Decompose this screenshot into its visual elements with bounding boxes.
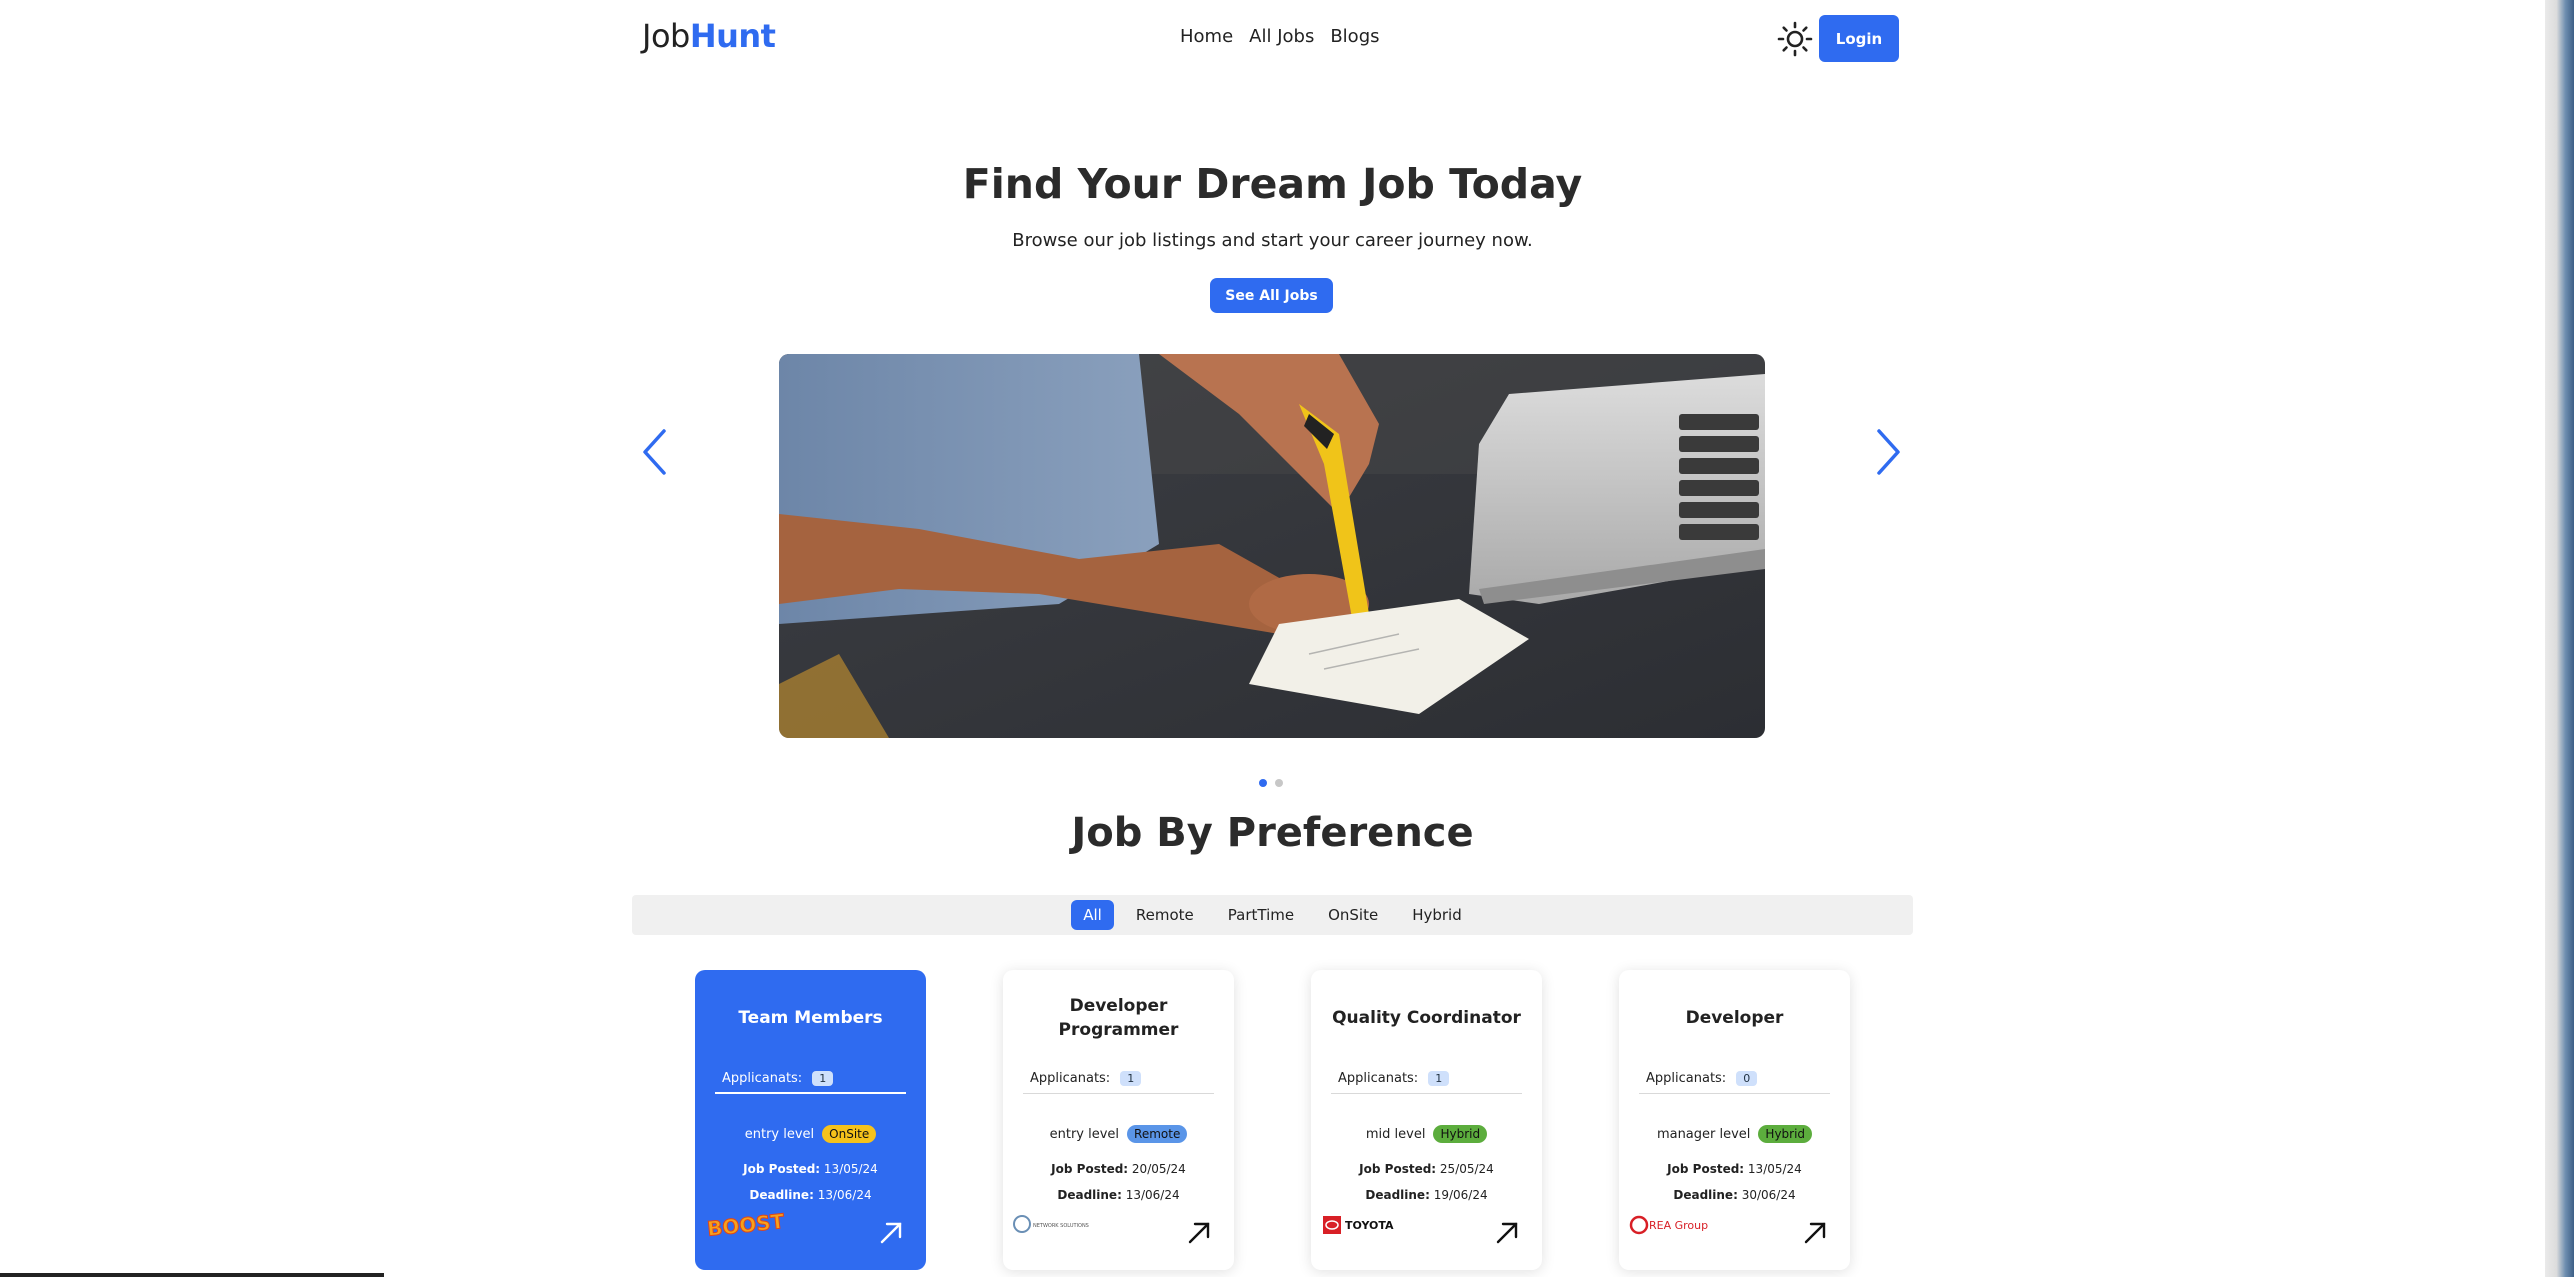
job-level: entry level	[744, 1126, 815, 1142]
job-title: Developer Programmer	[1058, 996, 1179, 1040]
job-type-badge: Hybrid	[1758, 1125, 1813, 1143]
deadline-date: Deadline: 19/06/24	[1365, 1188, 1488, 1202]
company-logo: BOOST	[705, 1210, 795, 1240]
carousel-dot-1[interactable]	[1259, 779, 1267, 787]
deadline-date: Deadline: 30/06/24	[1673, 1188, 1796, 1202]
arrow-up-right-icon[interactable]	[878, 1220, 904, 1246]
company-logo-text: TOYOTA	[1345, 1219, 1394, 1232]
applicants-count: 1	[1120, 1071, 1142, 1086]
applicants-label: Applicanats:	[722, 1070, 803, 1086]
arrow-up-right-icon[interactable]	[1186, 1220, 1212, 1246]
page-scrollbar[interactable]	[2545, 0, 2574, 1277]
nav-all-jobs-link[interactable]: All Jobs	[1249, 26, 1314, 47]
job-type-badge: OnSite	[822, 1125, 877, 1143]
job-type-badge: Remote	[1127, 1125, 1188, 1143]
filter-tabs: All Remote PartTime OnSite Hybrid	[632, 895, 1913, 935]
applicants-row: Applicanats: 1	[1023, 1064, 1214, 1094]
job-title: Team Members	[738, 1008, 883, 1028]
login-button[interactable]: Login	[1819, 15, 1899, 62]
posted-date: Job Posted: 13/05/24	[1667, 1162, 1802, 1176]
chevron-right-icon[interactable]	[1873, 428, 1903, 476]
filter-remote-tab[interactable]: Remote	[1124, 900, 1206, 930]
applicants-label: Applicanats:	[1338, 1071, 1419, 1086]
level-row: entry level OnSite	[695, 1125, 926, 1143]
posted-date: Job Posted: 13/05/24	[743, 1162, 878, 1176]
job-level: entry level	[1049, 1126, 1120, 1142]
job-card[interactable]: Quality Coordinator Applicanats: 1 mid l…	[1311, 970, 1542, 1270]
deadline-date: Deadline: 13/06/24	[1057, 1188, 1180, 1202]
company-logo: TOYOTA	[1321, 1210, 1411, 1240]
job-type-badge: Hybrid	[1433, 1125, 1488, 1143]
filter-all-tab[interactable]: All	[1071, 900, 1114, 930]
company-logo-text: NETWORK SOLUTIONS	[1033, 1223, 1089, 1229]
bottom-divider	[0, 1273, 384, 1277]
job-level: mid level	[1365, 1126, 1426, 1142]
applicants-count: 0	[1736, 1071, 1758, 1086]
hero-subtitle: Browse our job listings and start your c…	[1012, 230, 1533, 251]
applicants-label: Applicanats:	[1030, 1071, 1111, 1086]
job-title: Developer	[1685, 1008, 1784, 1028]
level-row: entry level Remote	[1003, 1125, 1234, 1143]
job-card[interactable]: Developer Programmer Applicanats: 1 entr…	[1003, 970, 1234, 1270]
site-header: JobHunt Home All Jobs Blogs Login	[0, 0, 2545, 75]
brand-part2: Hunt	[689, 17, 776, 55]
job-level: manager level	[1656, 1126, 1751, 1142]
applicants-row: Applicanats: 0	[1639, 1064, 1830, 1094]
nav-blogs-link[interactable]: Blogs	[1330, 26, 1379, 47]
arrow-up-right-icon[interactable]	[1494, 1220, 1520, 1246]
applicants-count: 1	[1428, 1071, 1450, 1086]
see-all-jobs-button[interactable]: See All Jobs	[1210, 278, 1333, 313]
company-logo: REA Group	[1629, 1210, 1719, 1240]
filter-parttime-tab[interactable]: PartTime	[1216, 900, 1306, 930]
applicants-count: 1	[812, 1070, 834, 1086]
main-nav: Home All Jobs Blogs	[1180, 26, 1380, 47]
applicants-row: Applicanats: 1	[715, 1064, 906, 1094]
brand-logo[interactable]: JobHunt	[642, 17, 776, 55]
posted-date: Job Posted: 25/05/24	[1359, 1162, 1494, 1176]
posted-date: Job Posted: 20/05/24	[1051, 1162, 1186, 1176]
chevron-left-icon[interactable]	[640, 428, 670, 476]
hero-title: Find Your Dream Job Today	[962, 160, 1583, 208]
nav-home-link[interactable]: Home	[1180, 26, 1233, 47]
sun-icon[interactable]	[1776, 20, 1814, 58]
company-logo-text: REA Group	[1649, 1219, 1708, 1232]
applicants-label: Applicanats:	[1646, 1071, 1727, 1086]
applicants-row: Applicanats: 1	[1331, 1064, 1522, 1094]
level-row: manager level Hybrid	[1619, 1125, 1850, 1143]
job-card[interactable]: Team Members Applicanats: 1 entry level …	[695, 970, 926, 1270]
brand-part1: Job	[642, 17, 690, 55]
carousel-slide-image	[779, 354, 1765, 738]
filter-hybrid-tab[interactable]: Hybrid	[1400, 900, 1474, 930]
job-title: Quality Coordinator	[1332, 1008, 1521, 1028]
carousel-dot-2[interactable]	[1275, 779, 1283, 787]
carousel-dots	[1259, 779, 1283, 787]
level-row: mid level Hybrid	[1311, 1125, 1542, 1143]
deadline-date: Deadline: 13/06/24	[749, 1188, 872, 1202]
filter-onsite-tab[interactable]: OnSite	[1316, 900, 1390, 930]
arrow-up-right-icon[interactable]	[1802, 1220, 1828, 1246]
job-card[interactable]: Developer Applicanats: 0 manager level H…	[1619, 970, 1850, 1270]
company-logo-text: BOOST	[706, 1210, 785, 1240]
company-logo: NETWORK SOLUTIONS	[1013, 1210, 1103, 1240]
section-title: Job By Preference	[1071, 810, 1474, 856]
